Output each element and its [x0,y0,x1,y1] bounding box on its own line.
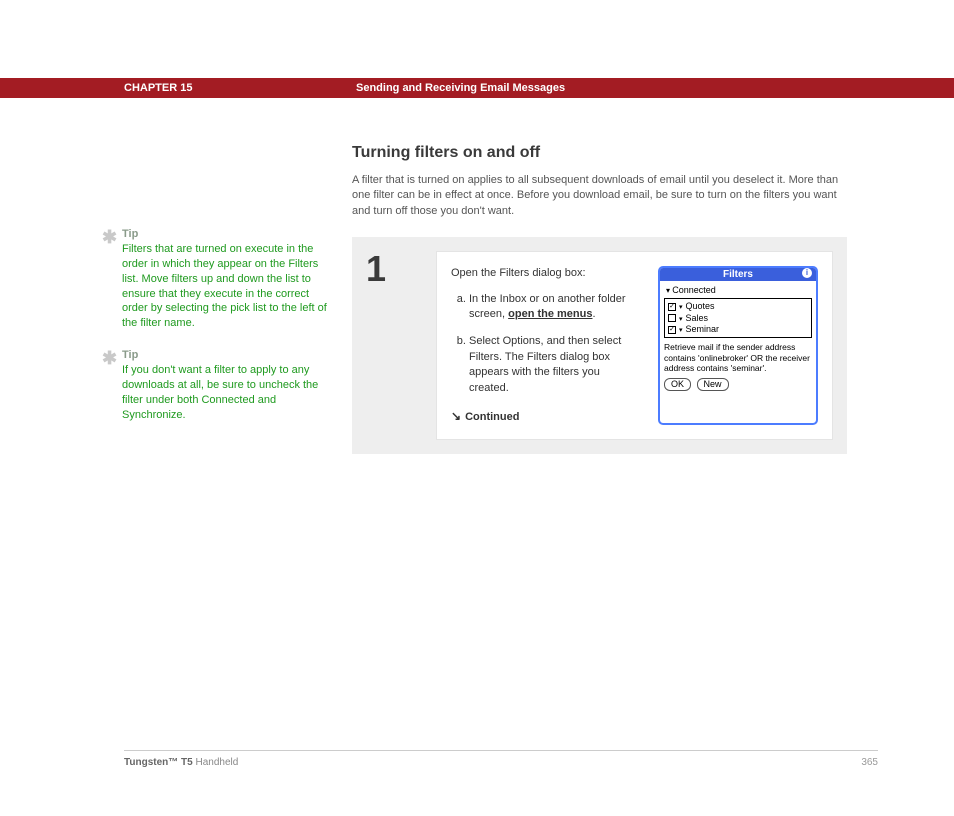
continued-label: Continued [465,411,519,423]
filter-name: Quotes [686,301,715,312]
filter-description: Retrieve mail if the sender address cont… [664,342,812,373]
step-container: 1 Open the Filters dialog box: In the In… [352,237,847,454]
asterisk-icon: ✱ [102,228,122,331]
filters-dialog: Filters i Connected ✓ Quotes [658,266,818,425]
chapter-header: CHAPTER 15 Sending and Receiving Email M… [0,78,954,98]
dialog-titlebar: Filters i [660,268,816,281]
page-number: 365 [861,757,878,768]
dialog-title: Filters [723,269,753,280]
filter-checkbox[interactable] [668,314,676,322]
product-name: Tungsten™ T5 Handheld [124,757,238,768]
open-menus-link[interactable]: open the menus [508,308,592,320]
filter-row: Sales [668,313,808,324]
filter-picklist[interactable] [679,324,683,335]
page-footer: Tungsten™ T5 Handheld 365 [124,750,878,768]
filters-list: ✓ Quotes Sales ✓ [664,298,812,338]
info-icon[interactable]: i [802,268,812,278]
sidebar: ✱ Tip Filters that are turned on execute… [102,144,352,454]
tip-text: Filters that are turned on execute in th… [122,242,332,331]
chapter-label: CHAPTER 15 [124,82,356,94]
filter-checkbox[interactable]: ✓ [668,303,676,311]
filter-name: Sales [686,313,709,324]
continued-indicator: ↘ Continued [451,408,642,425]
substep-a: In the Inbox or on another folder screen… [469,292,642,323]
substep-b: Select Options, and then select Filters.… [469,334,642,396]
continue-arrow-icon: ↘ [451,409,461,423]
filter-picklist[interactable] [679,301,683,312]
mode-dropdown[interactable]: Connected [664,285,812,298]
intro-paragraph: A filter that is turned on applies to al… [352,173,842,219]
filter-name: Seminar [686,324,720,335]
filter-picklist[interactable] [679,313,683,324]
tip-block: ✱ Tip Filters that are turned on execute… [102,228,332,331]
main-content: Turning filters on and off A filter that… [352,144,894,454]
tip-label: Tip [122,349,332,361]
filter-checkbox[interactable]: ✓ [668,326,676,334]
filter-row: ✓ Seminar [668,324,808,335]
tip-block: ✱ Tip If you don't want a filter to appl… [102,349,332,422]
ok-button[interactable]: OK [664,378,691,391]
step-number: 1 [366,251,426,440]
step-instruction: Open the Filters dialog box: [451,266,642,281]
tip-label: Tip [122,228,332,240]
step-content: Open the Filters dialog box: In the Inbo… [436,251,833,440]
new-button[interactable]: New [697,378,729,391]
chapter-title: Sending and Receiving Email Messages [356,82,565,94]
tip-text: If you don't want a filter to apply to a… [122,363,332,422]
filter-row: ✓ Quotes [668,301,808,312]
asterisk-icon: ✱ [102,349,122,422]
section-heading: Turning filters on and off [352,144,894,162]
